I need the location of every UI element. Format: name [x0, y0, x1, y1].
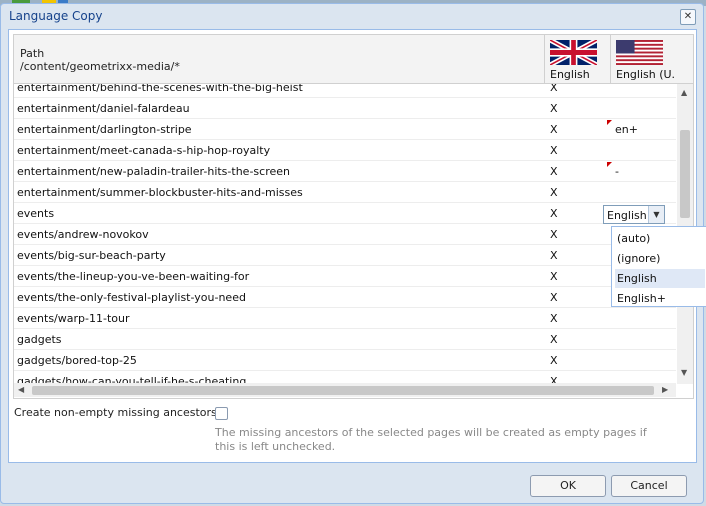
grid-rows: entertainment/behind-the-scenes-with-the… — [14, 84, 676, 384]
english-cell[interactable]: X — [550, 207, 558, 220]
english-us-column-header[interactable]: English (U... — [610, 35, 677, 83]
cancel-button[interactable]: Cancel — [611, 475, 687, 497]
dialog-body: Path /content/geometrixx-media/* English — [8, 29, 697, 463]
row-path: entertainment/summer-blockbuster-hits-an… — [17, 186, 303, 199]
path-header-label: Path — [20, 47, 45, 60]
table-row[interactable]: gadgets X — [14, 329, 676, 350]
row-path: events — [17, 207, 55, 220]
chevron-down-icon[interactable]: ▼ — [648, 206, 664, 223]
row-path: events/andrew-novokov — [17, 228, 149, 241]
english-cell[interactable]: X — [550, 102, 558, 115]
english-cell[interactable]: X — [550, 333, 558, 346]
table-row[interactable]: events/warp-11-tour X — [14, 308, 676, 329]
english-column-header[interactable]: English — [544, 35, 610, 83]
create-ancestors-checkbox[interactable] — [215, 407, 228, 420]
english-cell[interactable]: X — [550, 354, 558, 367]
language-dropdown-list: (auto) (ignore) English English+ — [611, 226, 706, 307]
horizontal-scroll-thumb[interactable] — [32, 386, 654, 395]
table-row[interactable]: events X — [14, 203, 676, 224]
grid-header: Path /content/geometrixx-media/* English — [14, 35, 693, 84]
row-path: events/big-sur-beach-party — [17, 249, 166, 262]
table-row[interactable]: entertainment/new-paladin-trailer-hits-t… — [14, 161, 676, 182]
english-cell[interactable]: X — [550, 312, 558, 325]
us-flag-icon — [616, 40, 663, 65]
horizontal-scrollbar[interactable]: ◀ ▶ — [14, 383, 676, 397]
dropdown-option[interactable]: (auto) — [615, 229, 705, 248]
table-row[interactable]: gadgets/bored-top-25 X — [14, 350, 676, 371]
language-grid: Path /content/geometrixx-media/* English — [13, 34, 694, 399]
english-column-label: English — [550, 68, 590, 81]
row-path: events/warp-11-tour — [17, 312, 130, 325]
dropdown-option[interactable]: English — [615, 269, 705, 288]
table-row[interactable]: events/the-only-festival-playlist-you-ne… — [14, 287, 676, 308]
close-icon[interactable]: ✕ — [680, 9, 696, 25]
language-copy-dialog: Language Copy ✕ Path /content/geometrixx… — [0, 3, 706, 504]
english-cell[interactable]: X — [550, 228, 558, 241]
dropdown-option[interactable]: English+ — [615, 289, 705, 308]
path-header-value: /content/geometrixx-media/* — [20, 60, 180, 73]
english-us-column-label: English (U... — [616, 68, 676, 81]
table-row[interactable]: entertainment/summer-blockbuster-hits-an… — [14, 182, 676, 203]
english-cell[interactable]: X — [550, 165, 558, 178]
dropdown-option[interactable]: (ignore) — [615, 249, 705, 268]
row-path: entertainment/darlington-stripe — [17, 123, 192, 136]
modified-marker-icon — [607, 120, 612, 125]
table-row[interactable]: entertainment/behind-the-scenes-with-the… — [14, 84, 676, 98]
row-path: gadgets/bored-top-25 — [17, 354, 137, 367]
english-cell[interactable]: X — [550, 270, 558, 283]
row-path: events/the-only-festival-playlist-you-ne… — [17, 291, 246, 304]
ok-button[interactable]: OK — [530, 475, 606, 497]
english-us-cell[interactable]: - — [615, 165, 619, 178]
dialog-title: Language Copy — [9, 9, 103, 23]
path-column-header[interactable]: Path /content/geometrixx-media/* — [20, 47, 180, 73]
row-path: entertainment/behind-the-scenes-with-the… — [17, 84, 303, 94]
language-combo[interactable]: English ▼ — [603, 205, 665, 224]
row-path: entertainment/meet-canada-s-hip-hop-roya… — [17, 144, 271, 157]
row-path: gadgets — [17, 333, 62, 346]
table-row[interactable]: entertainment/daniel-falardeau X — [14, 98, 676, 119]
english-us-cell[interactable]: en+ — [615, 123, 638, 136]
scroll-right-arrow-icon[interactable]: ▶ — [662, 385, 668, 394]
help-text: The missing ancestors of the selected pa… — [215, 426, 647, 453]
row-path: entertainment/daniel-falardeau — [17, 102, 190, 115]
table-row[interactable]: entertainment/meet-canada-s-hip-hop-roya… — [14, 140, 676, 161]
scroll-up-arrow-icon[interactable]: ▲ — [681, 88, 687, 97]
scroll-left-arrow-icon[interactable]: ◀ — [18, 385, 24, 394]
table-row[interactable]: events/big-sur-beach-party X — [14, 245, 676, 266]
table-row[interactable]: entertainment/darlington-stripe Xen+ — [14, 119, 676, 140]
english-cell[interactable]: X — [550, 291, 558, 304]
english-cell[interactable]: X — [550, 84, 558, 94]
row-path: events/the-lineup-you-ve-been-waiting-fo… — [17, 270, 250, 283]
english-cell[interactable]: X — [550, 123, 558, 136]
scroll-down-arrow-icon[interactable]: ▼ — [681, 368, 687, 377]
vertical-scroll-thumb[interactable] — [680, 130, 690, 218]
create-ancestors-label: Create non-empty missing ancestors — [14, 406, 217, 419]
uk-flag-icon — [550, 40, 597, 65]
combo-value: English — [607, 209, 647, 222]
row-path: entertainment/new-paladin-trailer-hits-t… — [17, 165, 290, 178]
table-row[interactable]: events/andrew-novokov X — [14, 224, 676, 245]
english-cell[interactable]: X — [550, 144, 558, 157]
table-row[interactable]: events/the-lineup-you-ve-been-waiting-fo… — [14, 266, 676, 287]
english-cell[interactable]: X — [550, 249, 558, 262]
english-cell[interactable]: X — [550, 186, 558, 199]
modified-marker-icon — [607, 162, 612, 167]
